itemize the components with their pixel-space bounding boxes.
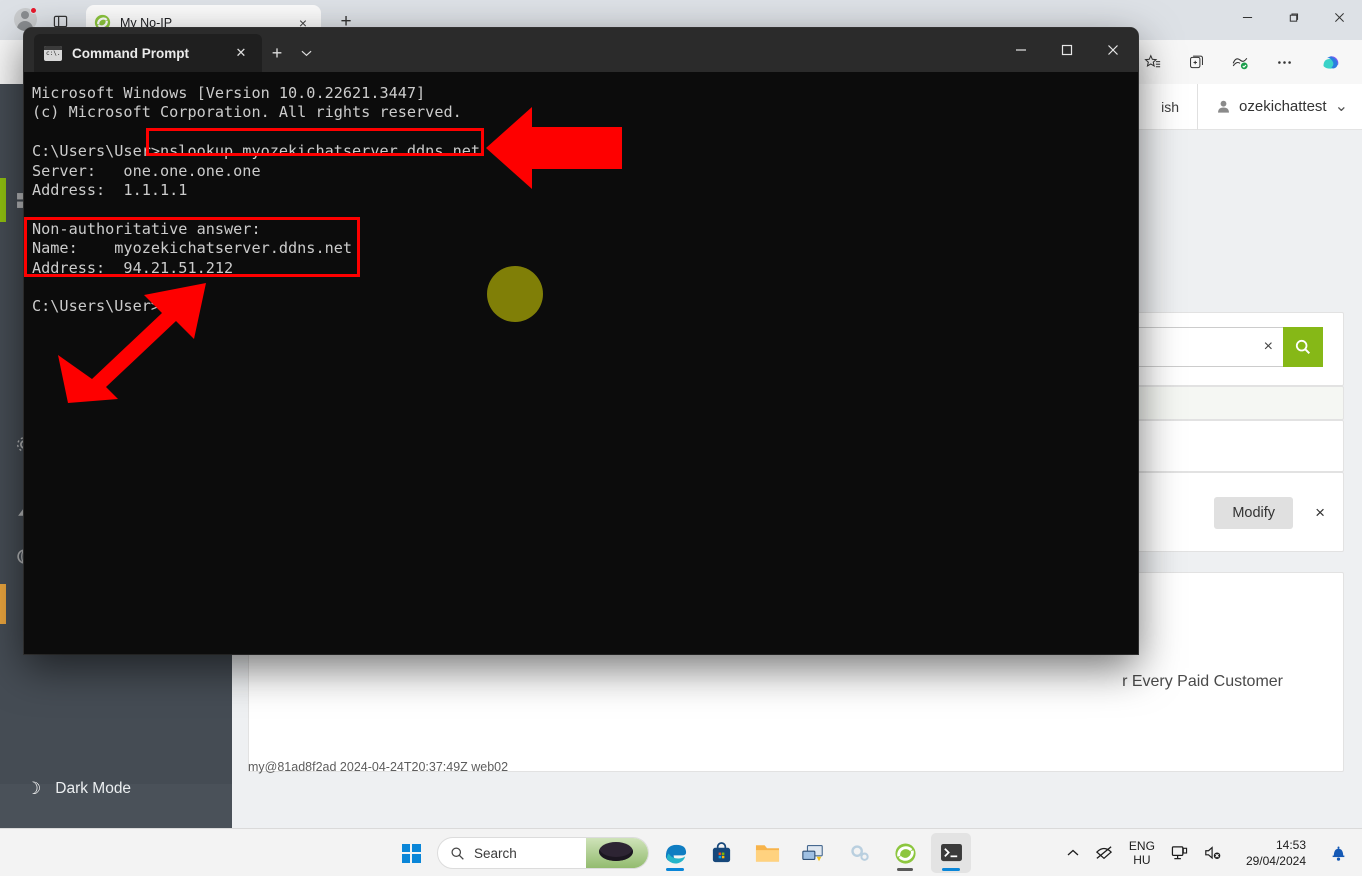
tray-display-button[interactable]: [1164, 833, 1195, 873]
taskbar-running-indicator: [666, 868, 684, 871]
browser-minimize-button[interactable]: [1224, 0, 1270, 34]
collections-icon[interactable]: [1182, 49, 1210, 75]
clear-search-icon[interactable]: ×: [1264, 338, 1273, 356]
account-name: ozekichattest: [1239, 98, 1327, 115]
console-close-button[interactable]: [1090, 28, 1136, 72]
tray-volume-button[interactable]: [1197, 833, 1229, 873]
notification-bell-icon: [1332, 846, 1345, 861]
console-maximize-button[interactable]: [1044, 28, 1090, 72]
tray-notifications-button[interactable]: [1323, 833, 1354, 873]
sidebar-secondary-accent: [0, 584, 6, 624]
search-icon: [451, 846, 464, 860]
account-menu[interactable]: ozekichattest ⌄: [1197, 84, 1362, 130]
person-icon: [1218, 100, 1229, 113]
page-footer-note: my@81ad8f2ad 2024-04-24T20:37:49Z web02: [248, 760, 509, 774]
console-minimize-button[interactable]: [998, 28, 1044, 72]
taskbar-edge-button[interactable]: [655, 833, 695, 873]
modify-button[interactable]: Modify: [1214, 497, 1294, 529]
remote-desktop-icon: [802, 845, 823, 862]
tray-language-button[interactable]: ENG HU: [1122, 833, 1162, 873]
noip-duc-icon: [894, 842, 916, 864]
clock-date: 29/04/2024: [1245, 854, 1306, 868]
taskbar-center-group: Search: [391, 829, 971, 876]
settings-more-icon[interactable]: [1270, 49, 1298, 75]
start-button[interactable]: [391, 833, 431, 873]
taskbar-file-explorer-button[interactable]: [747, 833, 787, 873]
command-prompt-window[interactable]: Command Prompt ✕ + Microsoft Windows [Ve…: [24, 28, 1138, 654]
language-secondary: HU: [1133, 853, 1151, 867]
windows-logo-icon: [401, 843, 421, 863]
taskbar-running-indicator: [942, 868, 960, 871]
browser-close-button[interactable]: [1316, 0, 1362, 34]
dark-mode-toggle[interactable]: ☽ Dark Mode: [0, 766, 232, 812]
browser-maximize-button[interactable]: [1270, 0, 1316, 34]
network-disconnected-icon: [1095, 846, 1112, 860]
taskbar-running-indicator: [897, 868, 913, 871]
taskbar-noip-duc-button[interactable]: [885, 833, 925, 873]
tray-network-button[interactable]: [1088, 833, 1120, 873]
taskbar-weather-button[interactable]: [839, 833, 879, 873]
volume-muted-icon: [1205, 846, 1221, 860]
windows-taskbar: Search ENG HU 14:53 29/04/2024: [0, 828, 1362, 876]
search-submit-button[interactable]: [1283, 327, 1323, 367]
display-icon: [1171, 846, 1188, 860]
system-tray: ENG HU 14:53 29/04/2024: [1060, 829, 1362, 876]
command-prompt-icon: [44, 45, 62, 61]
language-label[interactable]: ish: [1161, 99, 1179, 115]
clock-time: 14:53: [1275, 838, 1306, 852]
dark-mode-label: Dark Mode: [55, 780, 132, 797]
copilot-icon[interactable]: [1316, 49, 1344, 75]
moon-icon: ☽: [26, 779, 42, 798]
search-highlight-thumbnail: [586, 838, 648, 868]
tray-expand-button[interactable]: [1060, 833, 1086, 873]
tray-clock[interactable]: 14:53 29/04/2024: [1231, 833, 1321, 873]
console-output[interactable]: Microsoft Windows [Version 10.0.22621.34…: [24, 72, 1138, 654]
chevron-down-icon: ⌄: [1334, 97, 1348, 115]
promo-text: r Every Paid Customer: [1122, 673, 1283, 690]
console-new-tab-button[interactable]: +: [262, 34, 292, 72]
weather-settings-icon: [851, 845, 869, 861]
terminal-icon: [940, 843, 962, 862]
taskbar-search-placeholder: Search: [474, 845, 517, 861]
taskbar-store-button[interactable]: [701, 833, 741, 873]
console-tab-close-icon[interactable]: ✕: [230, 42, 252, 64]
profile-badge-dot: [30, 7, 37, 14]
favorites-icon[interactable]: [1138, 49, 1166, 75]
chevron-up-icon: [1067, 849, 1079, 856]
split-window-icon: [53, 15, 67, 27]
console-tab-title: Command Prompt: [72, 45, 190, 61]
console-titlebar[interactable]: Command Prompt ✕ +: [24, 28, 1138, 72]
taskbar-terminal-button[interactable]: [931, 833, 971, 873]
sidebar-active-accent: [0, 178, 6, 222]
search-icon: [1295, 339, 1311, 355]
restore-icon: [1289, 13, 1298, 22]
browser-essentials-icon[interactable]: [1226, 49, 1254, 75]
taskbar-search[interactable]: Search: [437, 837, 649, 869]
screen-root: My No-IP × + ish ozekichattest ⌄ ☽ Dark …: [0, 0, 1362, 876]
edge-icon: [665, 844, 686, 864]
console-dropdown-icon[interactable]: [292, 34, 320, 72]
taskbar-remote-desktop-button[interactable]: [793, 833, 833, 873]
file-explorer-icon: [755, 845, 779, 862]
delete-row-icon[interactable]: ×: [1315, 503, 1325, 523]
microsoft-store-icon: [712, 841, 730, 862]
console-tab[interactable]: Command Prompt ✕: [34, 34, 262, 72]
language-primary: ENG: [1128, 839, 1155, 853]
